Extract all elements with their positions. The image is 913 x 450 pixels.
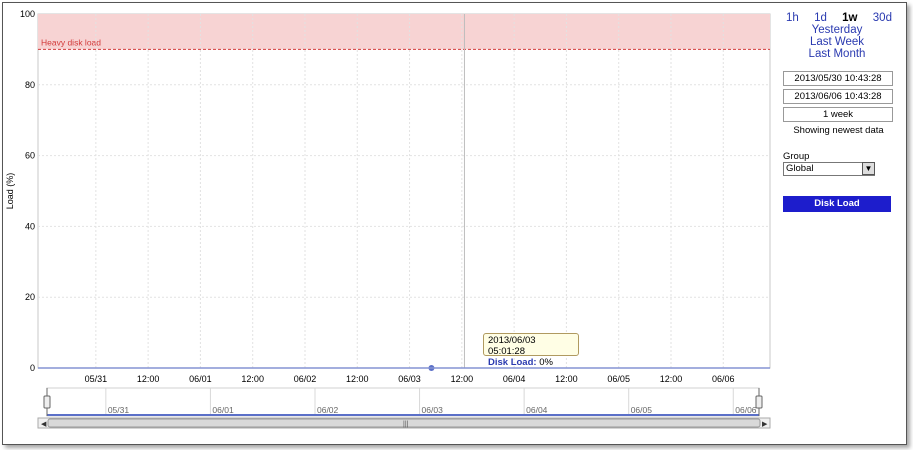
y-tick-label: 100 (20, 9, 35, 19)
group-select[interactable]: Global ▼ (783, 162, 875, 176)
y-tick-label: 20 (25, 292, 35, 302)
range-1h-button[interactable]: 1h (786, 12, 799, 24)
x-tick-label: 06/02 (294, 374, 317, 384)
scroll-left-icon[interactable]: ◀ (41, 421, 47, 428)
x-tick-label: 06/03 (398, 374, 421, 384)
end-date-field[interactable]: 2013/06/06 10:43:28 (783, 89, 893, 104)
range-last-month-link[interactable]: Last Month (780, 48, 894, 60)
disk-load-chart: Heavy disk load 0 20 40 60 80 100 Load (%) 05/31… (5, 9, 771, 429)
x-tick-label: 12:00 (241, 374, 264, 384)
x-tick-label: 12:00 (555, 374, 578, 384)
navigator-area (46, 387, 760, 417)
tooltip-series-label: Disk Load: (488, 357, 537, 368)
time-range-panel: 1h 1d 1w 30d Yesterday Last Week Last Mo… (780, 12, 894, 212)
x-tick-label: 12:00 (137, 374, 160, 384)
scroll-right-icon[interactable]: ▶ (762, 421, 768, 428)
start-date-field[interactable]: 2013/05/30 10:43:28 (783, 71, 893, 86)
x-tick-label: 06/04 (503, 374, 526, 384)
navigator-label: 06/06 (735, 405, 757, 415)
x-tick-label: 12:00 (451, 374, 474, 384)
y-tick-label: 40 (25, 221, 35, 231)
threshold-label: Heavy disk load (41, 37, 101, 47)
navigator-right-handle[interactable] (755, 395, 763, 409)
x-tick-label: 05/31 (85, 374, 108, 384)
x-tick-label: 06/06 (712, 374, 735, 384)
x-tick-label: 12:00 (346, 374, 369, 384)
navigator-label: 06/04 (526, 405, 548, 415)
range-30d-button[interactable]: 30d (873, 12, 892, 24)
range-1w-button[interactable]: 1w (842, 12, 857, 24)
navigator-left-handle[interactable] (43, 395, 51, 409)
disk-load-button[interactable]: Disk Load (783, 196, 891, 212)
chevron-down-icon[interactable]: ▼ (862, 162, 875, 175)
navigator-label: 06/02 (317, 405, 339, 415)
data-status-text: Showing newest data (793, 125, 884, 136)
x-tick-label: 06/01 (189, 374, 212, 384)
navigator-label: 06/05 (631, 405, 653, 415)
range-selector: 1h 1d 1w 30d Yesterday Last Week Last Mo… (780, 12, 894, 60)
scrollbar-grip-icon: ||| (403, 421, 409, 428)
navigator-label: 05/31 (108, 405, 130, 415)
y-axis-label: Load (%) (5, 173, 15, 210)
range-yesterday-link[interactable]: Yesterday (780, 24, 894, 36)
tooltip-value-row: Disk Load: 0% (488, 357, 574, 368)
duration-field[interactable]: 1 week (783, 107, 893, 122)
tooltip-timestamp: 2013/06/03 05:01:28 (488, 335, 536, 357)
navigator-label: 06/03 (422, 405, 444, 415)
y-tick-label: 0 (30, 363, 35, 373)
y-tick-label: 60 (25, 151, 35, 161)
y-tick-label: 80 (25, 80, 35, 90)
group-select-value: Global (786, 163, 814, 174)
tooltip-value: 0% (539, 357, 553, 368)
x-tick-label: 06/05 (607, 374, 630, 384)
group-label: Group (783, 151, 810, 162)
x-tick-label: 12:00 (660, 374, 683, 384)
range-1d-button[interactable]: 1d (814, 12, 827, 24)
data-point-tooltip: 2013/06/03 05:01:28 Disk Load: 0% (483, 333, 579, 368)
range-last-week-link[interactable]: Last Week (780, 36, 894, 48)
range-buttons: 1h 1d 1w 30d (780, 12, 894, 24)
navigator-label: 06/01 (212, 405, 234, 415)
